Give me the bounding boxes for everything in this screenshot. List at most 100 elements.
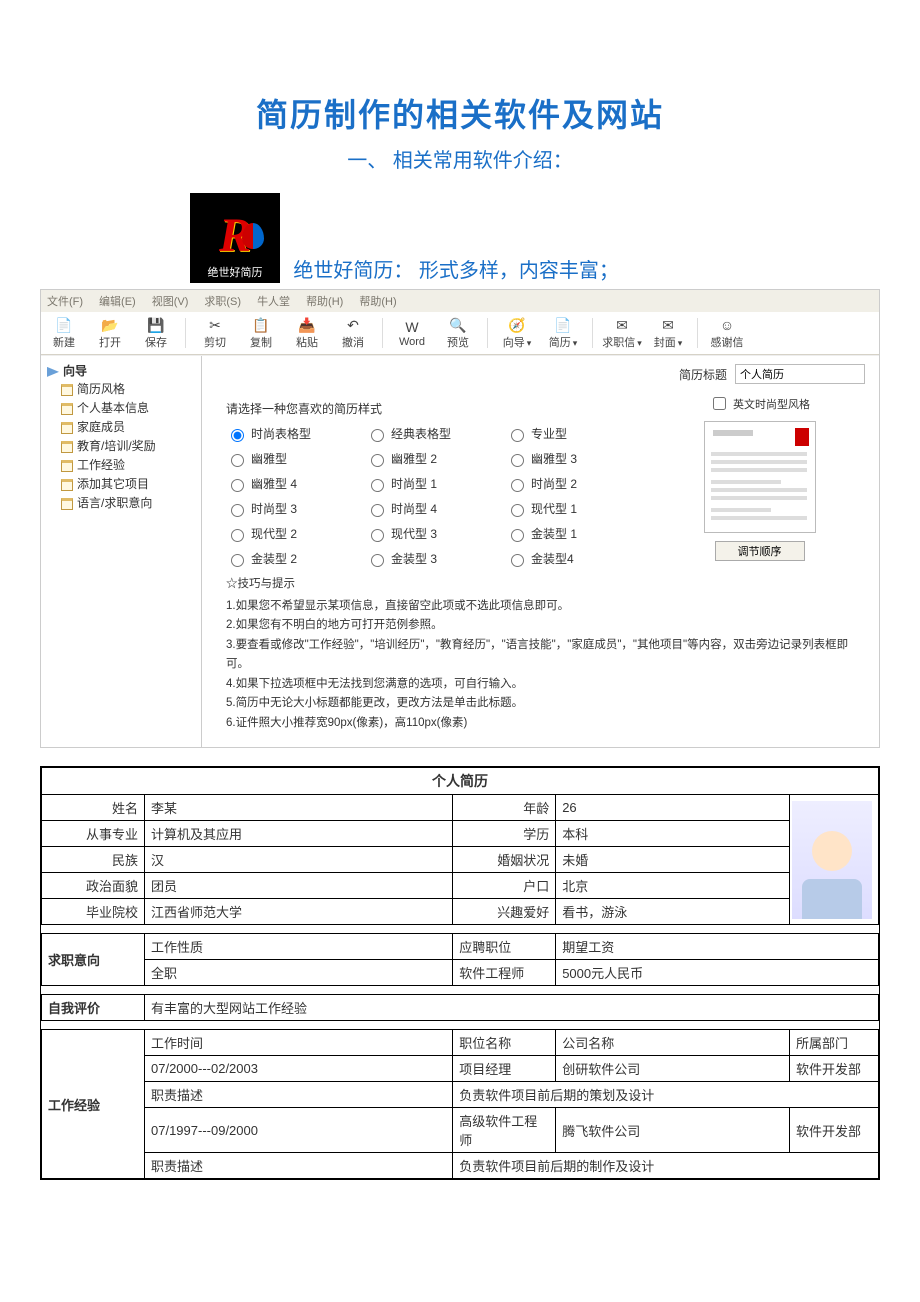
radio-icon[interactable]: [231, 479, 244, 492]
job-intent-heading: 求职意向: [42, 934, 145, 986]
toolbar-感谢信-button[interactable]: ☺感谢信: [704, 314, 750, 352]
style-option-label: 经典表格型: [391, 425, 451, 442]
menu-item[interactable]: 文件(F): [47, 293, 83, 309]
toolbar-icon: ☺: [717, 316, 737, 334]
desc-label: 职责描述: [145, 1082, 453, 1108]
toolbar-保存-button[interactable]: 💾保存: [133, 314, 179, 352]
toolbar-label: 复制: [250, 334, 272, 350]
info-label: 民族: [42, 847, 145, 873]
col-work-nature: 工作性质: [145, 934, 453, 960]
toolbar-向导-button[interactable]: 🧭向导▾: [494, 314, 540, 352]
radio-icon[interactable]: [511, 429, 524, 442]
toolbar-icon: ✂: [205, 316, 225, 334]
style-option[interactable]: 专业型: [506, 425, 636, 442]
col-salary: 期望工资: [556, 934, 879, 960]
style-option[interactable]: 时尚型 1: [366, 475, 496, 492]
radio-icon[interactable]: [371, 554, 384, 567]
style-option[interactable]: 金装型 3: [366, 550, 496, 567]
toolbar-打开-button[interactable]: 📂打开: [87, 314, 133, 352]
style-option-label: 金装型4: [531, 550, 574, 567]
document-title: 简历制作的相关软件及网站: [40, 90, 880, 136]
style-option[interactable]: 金装型 1: [506, 525, 636, 542]
style-option[interactable]: 时尚型 4: [366, 500, 496, 517]
radio-icon[interactable]: [371, 529, 384, 542]
style-option[interactable]: 幽雅型 3: [506, 450, 636, 467]
tree-node[interactable]: 添加其它项目: [47, 474, 197, 493]
menu-bar: 文件(F)编辑(E)视图(V)求职(S)牛人堂帮助(H)帮助(H): [41, 290, 879, 312]
toolbar-撤消-button[interactable]: ↶撤消: [330, 314, 376, 352]
radio-icon[interactable]: [511, 504, 524, 517]
toolbar-复制-button[interactable]: 📋复制: [238, 314, 284, 352]
info-value: 26: [556, 795, 790, 821]
tree-node[interactable]: 工作经验: [47, 455, 197, 474]
menu-item[interactable]: 帮助(H): [306, 293, 343, 309]
menu-item[interactable]: 编辑(E): [99, 293, 136, 309]
style-option[interactable]: 现代型 2: [226, 525, 356, 542]
resume-title-input[interactable]: [735, 364, 865, 384]
menu-item[interactable]: 视图(V): [152, 293, 189, 309]
toolbar-预览-button[interactable]: 🔍预览: [435, 314, 481, 352]
toolbar-封面-button[interactable]: ✉封面▾: [645, 314, 691, 352]
tree-node[interactable]: 语言/求职意向: [47, 493, 197, 512]
val-work-nature: 全职: [145, 960, 453, 986]
tip-item: 6.证件照大小推荐宽90px(像素)，高110px(像素): [226, 714, 865, 734]
desc-value: 负责软件项目前后期的制作及设计: [453, 1153, 879, 1179]
tree-node[interactable]: 简历风格: [47, 379, 197, 398]
toolbar-剪切-button[interactable]: ✂剪切: [192, 314, 238, 352]
radio-icon[interactable]: [231, 454, 244, 467]
checkbox-icon[interactable]: [713, 397, 726, 410]
menu-item[interactable]: 求职(S): [204, 293, 241, 309]
info-label: 从事专业: [42, 821, 145, 847]
style-option[interactable]: 现代型 3: [366, 525, 496, 542]
radio-icon[interactable]: [371, 429, 384, 442]
style-option-label: 幽雅型 4: [251, 475, 297, 492]
menu-item[interactable]: 帮助(H): [359, 293, 396, 309]
radio-icon[interactable]: [511, 454, 524, 467]
style-option[interactable]: 金装型 2: [226, 550, 356, 567]
info-label: 政治面貌: [42, 873, 145, 899]
radio-icon[interactable]: [371, 504, 384, 517]
radio-icon[interactable]: [511, 529, 524, 542]
style-option[interactable]: 时尚表格型: [226, 425, 356, 442]
style-option[interactable]: 经典表格型: [366, 425, 496, 442]
radio-icon[interactable]: [231, 529, 244, 542]
toolbar-求职信-button[interactable]: ✉求职信▾: [599, 314, 645, 352]
english-style-checkbox[interactable]: 英文时尚型风格: [709, 394, 810, 413]
style-option[interactable]: 幽雅型 2: [366, 450, 496, 467]
col-position: 应聘职位: [453, 934, 556, 960]
style-option[interactable]: 现代型 1: [506, 500, 636, 517]
toolbar-粘贴-button[interactable]: 📥粘贴: [284, 314, 330, 352]
style-option-label: 现代型 2: [251, 525, 297, 542]
info-value: 计算机及其应用: [145, 821, 453, 847]
radio-icon[interactable]: [231, 504, 244, 517]
tree-node[interactable]: 教育/培训/奖励: [47, 436, 197, 455]
style-prompt: 请选择一种您喜欢的简历样式: [226, 400, 636, 417]
radio-icon[interactable]: [231, 429, 244, 442]
radio-icon[interactable]: [371, 479, 384, 492]
menu-item[interactable]: 牛人堂: [257, 293, 290, 309]
info-label: 学历: [453, 821, 556, 847]
style-option[interactable]: 时尚型 2: [506, 475, 636, 492]
tree-node[interactable]: 家庭成员: [47, 417, 197, 436]
style-option[interactable]: 时尚型 3: [226, 500, 356, 517]
style-option[interactable]: 幽雅型 4: [226, 475, 356, 492]
info-label: 婚姻状况: [453, 847, 556, 873]
toolbar-简历-button[interactable]: 📄简历▾: [540, 314, 586, 352]
col-time: 工作时间: [145, 1030, 453, 1056]
style-option[interactable]: 幽雅型: [226, 450, 356, 467]
tree-node[interactable]: 个人基本信息: [47, 398, 197, 417]
radio-icon[interactable]: [371, 454, 384, 467]
toolbar-Word-button[interactable]: WWord: [389, 316, 435, 350]
style-option[interactable]: 金装型4: [506, 550, 636, 567]
radio-icon[interactable]: [231, 554, 244, 567]
toolbar-icon: ✉: [612, 316, 632, 334]
radio-icon[interactable]: [511, 554, 524, 567]
toolbar-icon: 📄: [553, 316, 573, 334]
adjust-order-button[interactable]: 调节顺序: [715, 541, 805, 561]
toolbar-新建-button[interactable]: 📄新建: [41, 314, 87, 352]
tree-root[interactable]: 向导: [47, 362, 197, 379]
resume-header: 个人简历: [42, 768, 879, 795]
tip-item: 5.简历中无论大小标题都能更改，更改方法是单击此标题。: [226, 694, 865, 714]
radio-icon[interactable]: [511, 479, 524, 492]
style-option-label: 幽雅型: [251, 450, 287, 467]
